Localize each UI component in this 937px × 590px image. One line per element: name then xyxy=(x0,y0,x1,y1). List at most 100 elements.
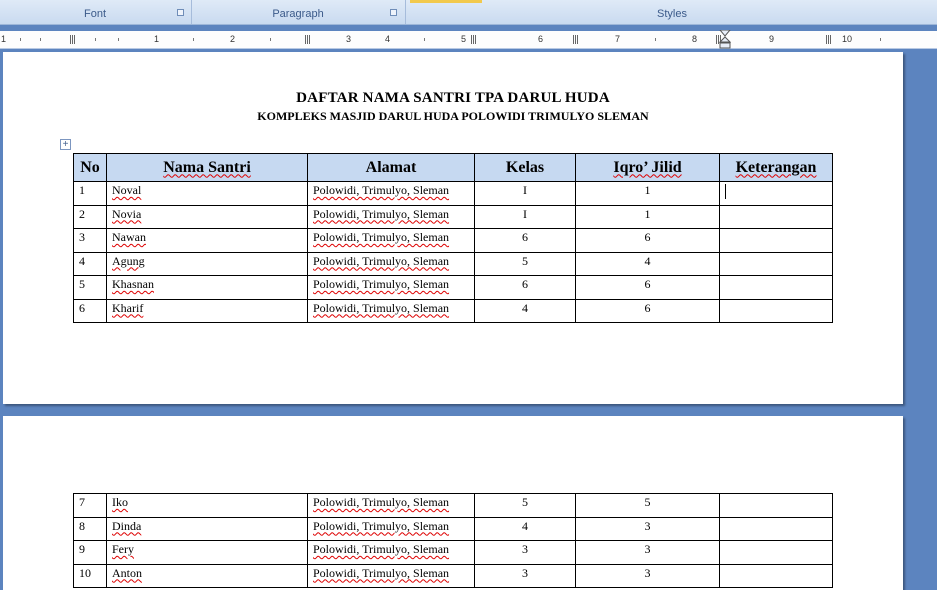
cell-jilid[interactable]: 6 xyxy=(575,275,720,300)
cell-keterangan[interactable] xyxy=(719,204,833,229)
cell-nama[interactable]: Fery xyxy=(106,540,308,565)
cell-alamat[interactable]: Polowidi, Trimulyo, Sleman xyxy=(307,298,475,323)
paragraph-dialog-launcher-icon[interactable] xyxy=(390,9,397,16)
table-row[interactable]: 2 Novia Polowidi, Trimulyo, Sleman I 1 xyxy=(73,204,833,229)
cell-alamat[interactable]: Polowidi, Trimulyo, Sleman xyxy=(307,251,475,276)
ruler-number: 5 xyxy=(461,34,467,44)
cell-no[interactable]: 2 xyxy=(73,204,107,229)
cell-keterangan[interactable] xyxy=(719,563,833,588)
cell-keterangan[interactable] xyxy=(719,493,833,518)
table-row[interactable]: 9 Fery Polowidi, Trimulyo, Sleman 3 3 xyxy=(73,540,833,565)
header-label: Iqro’ Jilid xyxy=(613,158,682,176)
cell-kelas[interactable]: 4 xyxy=(474,516,576,541)
document-page-2[interactable]: 7 Iko Polowidi, Trimulyo, Sleman 5 5 8 D… xyxy=(3,416,903,590)
column-marker-icon[interactable] xyxy=(471,35,477,44)
table-row[interactable]: 7 Iko Polowidi, Trimulyo, Sleman 5 5 xyxy=(73,493,833,518)
document-page-1[interactable]: DAFTAR NAMA SANTRI TPA DARUL HUDA KOMPLE… xyxy=(3,52,903,404)
cell-keterangan[interactable] xyxy=(719,251,833,276)
cell-keterangan[interactable] xyxy=(719,516,833,541)
table-row[interactable]: 8 Dinda Polowidi, Trimulyo, Sleman 4 3 xyxy=(73,516,833,541)
cell-no[interactable]: 4 xyxy=(73,251,107,276)
cell-jilid[interactable]: 6 xyxy=(575,228,720,253)
cell-kelas[interactable]: 3 xyxy=(474,563,576,588)
cell-no[interactable]: 1 xyxy=(73,181,107,206)
column-marker-icon[interactable] xyxy=(305,35,311,44)
cell-text: Polowidi, Trimulyo, Sleman xyxy=(313,300,450,315)
cell-jilid[interactable]: 6 xyxy=(575,298,720,323)
students-table[interactable]: No Nama Santri Alamat Kelas Iqro’ Jilid … xyxy=(73,153,833,323)
table-row[interactable]: 1 Noval Polowidi, Trimulyo, Sleman I 1 xyxy=(73,181,833,206)
horizontal-ruler[interactable]: 1 1 2 3 4 5 6 7 8 9 10 xyxy=(0,31,937,49)
cell-no[interactable]: 8 xyxy=(73,516,107,541)
table-row[interactable]: 6 Kharif Polowidi, Trimulyo, Sleman 4 6 xyxy=(73,298,833,323)
table-row[interactable]: 3 Nawan Polowidi, Trimulyo, Sleman 6 6 xyxy=(73,228,833,253)
cell-alamat[interactable]: Polowidi, Trimulyo, Sleman xyxy=(307,516,475,541)
students-table-continued[interactable]: 7 Iko Polowidi, Trimulyo, Sleman 5 5 8 D… xyxy=(73,493,833,588)
ruler-number: 9 xyxy=(769,34,775,44)
cell-jilid[interactable]: 3 xyxy=(575,516,720,541)
cell-nama[interactable]: Kharif xyxy=(106,298,308,323)
cell-no[interactable]: 5 xyxy=(73,275,107,300)
cell-alamat[interactable]: Polowidi, Trimulyo, Sleman xyxy=(307,563,475,588)
cell-jilid[interactable]: 4 xyxy=(575,251,720,276)
cell-jilid[interactable]: 5 xyxy=(575,493,720,518)
cell-kelas[interactable]: I xyxy=(474,204,576,229)
cell-alamat[interactable]: Polowidi, Trimulyo, Sleman xyxy=(307,275,475,300)
cell-nama[interactable]: Nawan xyxy=(106,228,308,253)
cell-nama[interactable]: Iko xyxy=(106,493,308,518)
cell-text: Polowidi, Trimulyo, Sleman xyxy=(313,518,450,533)
cell-kelas[interactable]: 5 xyxy=(474,251,576,276)
cell-alamat[interactable]: Polowidi, Trimulyo, Sleman xyxy=(307,204,475,229)
cell-jilid[interactable]: 1 xyxy=(575,181,720,206)
ribbon-group-label: Font xyxy=(83,8,106,20)
cell-kelas[interactable]: 5 xyxy=(474,493,576,518)
cell-nama[interactable]: Agung xyxy=(106,251,308,276)
ruler-number: 6 xyxy=(538,34,544,44)
column-marker-icon[interactable] xyxy=(70,35,76,44)
cell-jilid[interactable]: 3 xyxy=(575,563,720,588)
table-move-handle-icon[interactable]: + xyxy=(60,139,71,150)
cell-kelas[interactable]: 4 xyxy=(474,298,576,323)
indent-marker-icon[interactable] xyxy=(719,30,731,49)
cell-kelas[interactable]: 3 xyxy=(474,540,576,565)
cell-text: Iko xyxy=(112,495,128,509)
cell-nama[interactable]: Dinda xyxy=(106,516,308,541)
column-marker-icon[interactable] xyxy=(573,35,579,44)
ribbon-divider xyxy=(405,0,406,24)
cell-no[interactable]: 10 xyxy=(73,563,107,588)
font-dialog-launcher-icon[interactable] xyxy=(177,9,184,16)
cell-keterangan[interactable] xyxy=(719,275,833,300)
table-row[interactable]: 5 Khasnan Polowidi, Trimulyo, Sleman 6 6 xyxy=(73,275,833,300)
cell-alamat[interactable]: Polowidi, Trimulyo, Sleman xyxy=(307,228,475,253)
cell-text: Polowidi, Trimulyo, Sleman xyxy=(313,277,450,291)
cell-alamat[interactable]: Polowidi, Trimulyo, Sleman xyxy=(307,493,475,518)
cell-keterangan[interactable] xyxy=(719,181,833,206)
cell-nama[interactable]: Noval xyxy=(106,181,308,206)
cell-no[interactable]: 6 xyxy=(73,298,107,323)
cell-jilid[interactable]: 1 xyxy=(575,204,720,229)
cell-nama[interactable]: Anton xyxy=(106,563,308,588)
cell-jilid[interactable]: 3 xyxy=(575,540,720,565)
table-row[interactable]: 4 Agung Polowidi, Trimulyo, Sleman 5 4 xyxy=(73,251,833,276)
cell-keterangan[interactable] xyxy=(719,540,833,565)
cell-keterangan[interactable] xyxy=(719,298,833,323)
cell-text: Kharif xyxy=(112,300,144,315)
cell-alamat[interactable]: Polowidi, Trimulyo, Sleman xyxy=(307,540,475,565)
cell-kelas[interactable]: 6 xyxy=(474,275,576,300)
ribbon-group-label: Paragraph xyxy=(272,8,324,20)
cell-text: Agung xyxy=(112,253,145,268)
column-marker-icon[interactable] xyxy=(826,35,832,44)
ruler-tick xyxy=(118,38,119,41)
cell-no[interactable]: 9 xyxy=(73,540,107,565)
header-alamat: Alamat xyxy=(307,153,475,182)
cell-keterangan[interactable] xyxy=(719,228,833,253)
cell-nama[interactable]: Novia xyxy=(106,204,308,229)
document-title: DAFTAR NAMA SANTRI TPA DARUL HUDA xyxy=(296,90,610,106)
cell-kelas[interactable]: 6 xyxy=(474,228,576,253)
cell-nama[interactable]: Khasnan xyxy=(106,275,308,300)
cell-kelas[interactable]: I xyxy=(474,181,576,206)
cell-alamat[interactable]: Polowidi, Trimulyo, Sleman xyxy=(307,181,475,206)
cell-no[interactable]: 7 xyxy=(73,493,107,518)
cell-no[interactable]: 3 xyxy=(73,228,107,253)
table-row[interactable]: 10 Anton Polowidi, Trimulyo, Sleman 3 3 xyxy=(73,563,833,588)
